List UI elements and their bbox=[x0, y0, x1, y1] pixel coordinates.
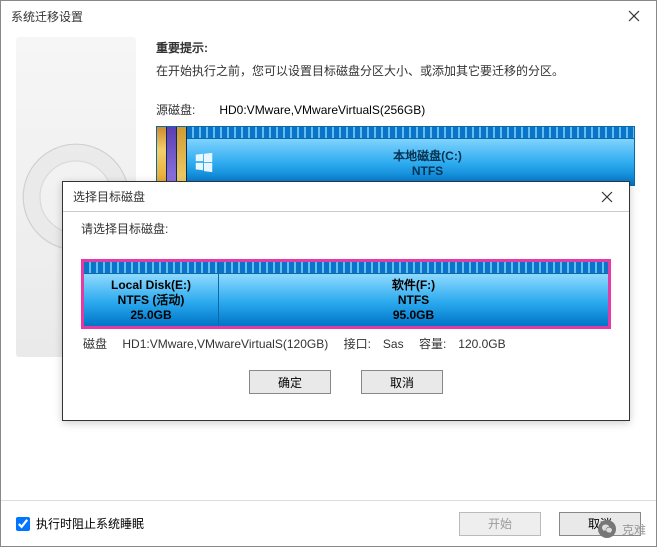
close-icon bbox=[628, 10, 640, 22]
partition-e-fs: NTFS (活动) bbox=[118, 293, 185, 308]
cancel-button[interactable]: 取消 bbox=[361, 370, 443, 394]
close-icon bbox=[601, 191, 613, 203]
prevent-sleep-input[interactable] bbox=[16, 517, 30, 531]
scale-bar bbox=[219, 262, 608, 274]
info-interface-value: Sas bbox=[383, 337, 404, 351]
dialog-close-button[interactable] bbox=[584, 182, 629, 212]
partition-e-name: Local Disk(E:) bbox=[111, 278, 191, 293]
info-capacity-label: 容量: bbox=[419, 337, 446, 351]
scale-bar bbox=[84, 262, 218, 274]
partition-c-name: 本地磁盘(C:) bbox=[393, 147, 462, 164]
info-interface-label: 接口: bbox=[344, 337, 371, 351]
prevent-sleep-checkbox[interactable]: 执行时阻止系统睡眠 bbox=[16, 515, 451, 532]
reserved-partition-2[interactable] bbox=[167, 127, 177, 185]
partition-e-size: 25.0GB bbox=[130, 308, 171, 323]
info-disk-label: 磁盘 bbox=[83, 337, 107, 351]
wechat-icon bbox=[598, 520, 616, 538]
partition-f-size: 95.0GB bbox=[393, 308, 434, 323]
source-disk-value: HD0:VMware,VMwareVirtualS(256GB) bbox=[219, 103, 425, 117]
hint-title: 重要提示: bbox=[156, 39, 635, 56]
main-titlebar: 系统迁移设置 bbox=[1, 1, 656, 31]
watermark: 克难 bbox=[598, 520, 646, 538]
source-partition-bar[interactable]: 本地磁盘(C:) NTFS bbox=[156, 126, 635, 186]
ok-button[interactable]: 确定 bbox=[249, 370, 331, 394]
start-button: 开始 bbox=[459, 512, 541, 536]
footer: 执行时阻止系统睡眠 开始 取消 bbox=[1, 500, 656, 546]
dialog-title: 选择目标磁盘 bbox=[73, 188, 584, 205]
windows-icon bbox=[187, 139, 221, 185]
target-dialog: 选择目标磁盘 请选择目标磁盘: Local Disk(E:) NTFS (活动)… bbox=[62, 181, 630, 421]
info-disk-value: HD1:VMware,VMwareVirtualS(120GB) bbox=[122, 337, 328, 351]
main-title: 系统迁移设置 bbox=[11, 8, 611, 25]
partition-f-name: 软件(F:) bbox=[392, 278, 435, 293]
partition-f[interactable]: 软件(F:) NTFS 95.0GB bbox=[219, 262, 608, 326]
info-capacity-value: 120.0GB bbox=[458, 337, 505, 351]
dialog-titlebar: 选择目标磁盘 bbox=[63, 182, 629, 212]
main-close-button[interactable] bbox=[611, 1, 656, 31]
partition-c-fs: NTFS bbox=[412, 164, 443, 178]
watermark-text: 克难 bbox=[622, 521, 646, 538]
partition-e[interactable]: Local Disk(E:) NTFS (活动) 25.0GB bbox=[84, 262, 219, 326]
partition-f-fs: NTFS bbox=[398, 293, 429, 308]
prevent-sleep-label: 执行时阻止系统睡眠 bbox=[36, 515, 144, 532]
dialog-prompt: 请选择目标磁盘: bbox=[81, 220, 611, 237]
hint-text: 在开始执行之前，您可以设置目标磁盘分区大小、或添加其它要迁移的分区。 bbox=[156, 62, 635, 79]
partition-c[interactable]: 本地磁盘(C:) NTFS bbox=[187, 127, 634, 185]
source-disk-label: 源磁盘: bbox=[156, 101, 216, 118]
target-disk-info: 磁盘 HD1:VMware,VMwareVirtualS(120GB) 接口: S… bbox=[81, 335, 611, 352]
target-partition-bar[interactable]: Local Disk(E:) NTFS (活动) 25.0GB 软件(F:) N… bbox=[81, 259, 611, 329]
reserved-partition-1[interactable] bbox=[157, 127, 167, 185]
reserved-partition-3[interactable] bbox=[177, 127, 187, 185]
scale-bar bbox=[187, 127, 634, 139]
